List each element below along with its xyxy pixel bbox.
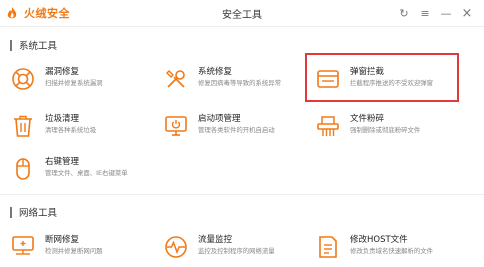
trash-icon: [14, 115, 32, 137]
menu-icon: ≡: [420, 6, 430, 20]
section-bar: [10, 39, 12, 51]
tool-startup-manager[interactable]: 启动项管理 管理各类软件的开机自启动: [163, 113, 313, 145]
tool-desc: 清理各种系统垃圾: [45, 126, 97, 134]
tool-junk-cleaner[interactable]: 垃圾清理 清理各种系统垃圾: [10, 113, 160, 145]
tool-name: 垃圾清理: [45, 114, 80, 124]
tool-traffic-monitor[interactable]: 流量监控 监控及控制程序的网络流量: [163, 234, 313, 266]
tool-desc: 监控及控制程序的网络流量: [198, 247, 275, 255]
wrench-screwdriver-icon: [166, 70, 185, 88]
tool-name: 启动项管理: [198, 114, 241, 124]
tool-network-repair[interactable]: 断网修复 检测并修复断网问题: [10, 234, 160, 266]
lifebuoy-icon: [12, 68, 34, 90]
close-button[interactable]: ×: [458, 3, 476, 23]
section-title-label: 系统工具: [19, 41, 58, 52]
tool-vulnerability-fix[interactable]: 漏洞修复 扫描并修复系统漏洞: [10, 66, 160, 98]
highlight-box: [305, 53, 459, 102]
shredder-icon: [317, 116, 339, 136]
tool-hosts-editor[interactable]: 修改HOST文件 修改负责域名快速解析的文件: [315, 234, 465, 266]
tool-desc: 检测并修复断网问题: [45, 247, 103, 255]
history-icon: ↻: [399, 6, 409, 20]
mouse-icon: [16, 158, 30, 180]
section-title-system: 系统工具: [10, 38, 57, 52]
tool-name: 右键管理: [45, 157, 80, 167]
network-icon: [12, 236, 34, 255]
tool-file-shredder[interactable]: 文件粉碎 强制删除或彻底粉碎文件: [315, 113, 465, 145]
minimize-button[interactable]: —: [437, 3, 455, 23]
tool-desc: 修复因病毒等导致的系统异常: [198, 79, 282, 87]
tool-name: 文件粉碎: [350, 114, 385, 124]
monitor-power-icon: [165, 116, 187, 136]
document-icon: [319, 236, 337, 258]
title-bar: 火绒安全 安全工具 ↻ ≡ — ×: [0, 0, 484, 27]
menu-button[interactable]: ≡: [416, 3, 434, 23]
tool-context-menu-manager[interactable]: 右键管理 管理文件、桌面、IE右键菜单: [10, 156, 160, 188]
tool-name: 断网修复: [45, 235, 80, 245]
tool-desc: 修改负责域名快速解析的文件: [350, 247, 434, 255]
tool-desc: 管理文件、桌面、IE右键菜单: [45, 169, 128, 177]
tool-name: 流量监控: [198, 235, 233, 245]
tool-desc: 强制删除或彻底粉碎文件: [350, 126, 421, 134]
pulse-icon: [165, 236, 187, 258]
history-button[interactable]: ↻: [395, 3, 413, 23]
tool-desc: 管理各类软件的开机自启动: [198, 126, 275, 134]
section-bar: [10, 206, 12, 218]
close-icon: ×: [461, 5, 473, 21]
section-title-network: 网络工具: [10, 205, 57, 219]
section-divider: [0, 194, 484, 195]
tool-system-repair[interactable]: 系统修复 修复因病毒等导致的系统异常: [163, 66, 313, 98]
minimize-icon: —: [440, 6, 452, 20]
tool-desc: 扫描并修复系统漏洞: [45, 79, 103, 87]
tool-name: 系统修复: [198, 67, 233, 77]
tool-name: 修改HOST文件: [350, 235, 408, 245]
section-title-label: 网络工具: [19, 208, 58, 219]
tool-name: 漏洞修复: [45, 67, 80, 77]
